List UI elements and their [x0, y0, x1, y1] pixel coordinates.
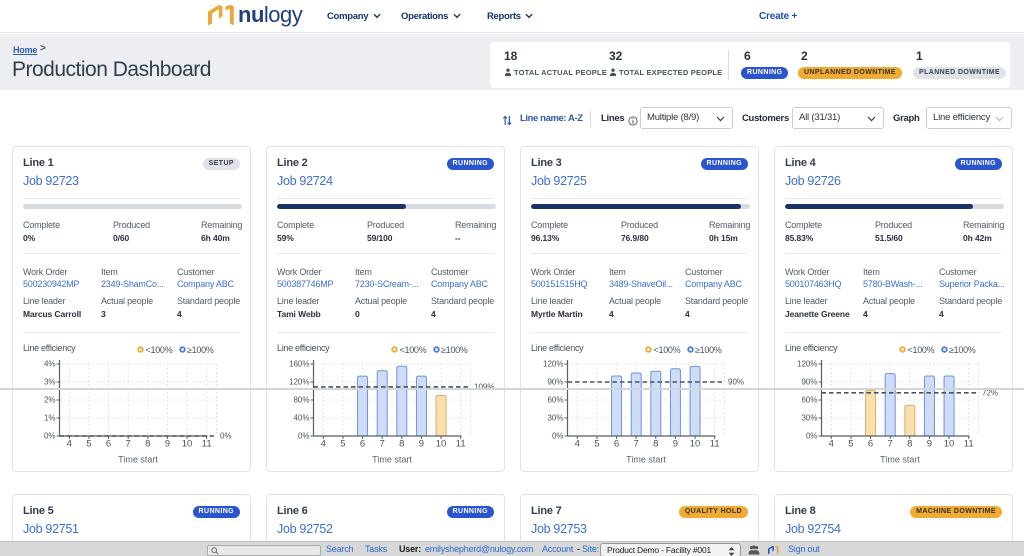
svg-text:9: 9: [673, 439, 678, 450]
svg-text:11: 11: [710, 439, 720, 450]
svg-text:10: 10: [182, 439, 193, 450]
svg-text:Time start: Time start: [626, 455, 666, 465]
svg-text:4%: 4%: [44, 360, 56, 369]
svg-text:9: 9: [927, 439, 932, 450]
svg-text:10: 10: [944, 439, 955, 450]
svg-text:10: 10: [436, 439, 447, 450]
svg-text:120%: 120%: [543, 360, 563, 369]
svg-text:2%: 2%: [44, 396, 56, 405]
svg-text:120%: 120%: [797, 360, 817, 369]
svg-text:120%: 120%: [289, 378, 309, 387]
svg-text:5: 5: [594, 439, 599, 450]
svg-text:11: 11: [202, 439, 212, 450]
svg-text:0%: 0%: [44, 432, 56, 441]
svg-text:9: 9: [165, 439, 170, 450]
svg-text:7: 7: [888, 439, 893, 450]
svg-text:11: 11: [964, 439, 974, 450]
svg-text:30%: 30%: [801, 414, 817, 423]
svg-text:Time start: Time start: [118, 455, 158, 465]
svg-text:90%: 90%: [801, 378, 817, 387]
svg-text:60%: 60%: [801, 396, 817, 405]
svg-text:6: 6: [360, 439, 365, 450]
svg-text:4: 4: [321, 439, 326, 450]
svg-text:7: 7: [380, 439, 385, 450]
svg-text:Time start: Time start: [372, 455, 412, 465]
svg-text:8: 8: [653, 439, 658, 450]
svg-text:11: 11: [456, 439, 466, 450]
svg-text:7: 7: [634, 439, 639, 450]
svg-text:109%: 109%: [474, 382, 494, 391]
svg-text:5: 5: [848, 439, 853, 450]
svg-text:7: 7: [126, 439, 131, 450]
svg-text:0%: 0%: [298, 432, 310, 441]
svg-text:160%: 160%: [289, 360, 309, 369]
svg-text:6: 6: [614, 439, 619, 450]
svg-text:5: 5: [340, 439, 345, 450]
svg-text:4: 4: [829, 439, 834, 450]
svg-text:6: 6: [106, 439, 111, 450]
svg-text:1%: 1%: [44, 414, 56, 423]
svg-text:90%: 90%: [547, 378, 563, 387]
svg-text:4: 4: [575, 439, 580, 450]
svg-text:90%: 90%: [728, 378, 744, 387]
svg-text:60%: 60%: [547, 396, 563, 405]
svg-text:10: 10: [690, 439, 701, 450]
svg-text:8: 8: [399, 439, 404, 450]
svg-text:40%: 40%: [293, 414, 309, 423]
svg-text:4: 4: [67, 439, 72, 450]
svg-text:Time start: Time start: [880, 455, 920, 465]
svg-text:30%: 30%: [547, 414, 563, 423]
svg-text:0%: 0%: [220, 432, 232, 441]
svg-text:5: 5: [86, 439, 91, 450]
svg-text:8: 8: [145, 439, 150, 450]
svg-text:6: 6: [868, 439, 873, 450]
svg-text:80%: 80%: [293, 396, 309, 405]
svg-text:0%: 0%: [806, 432, 818, 441]
svg-text:3%: 3%: [44, 378, 56, 387]
svg-text:9: 9: [419, 439, 424, 450]
svg-text:0%: 0%: [552, 432, 564, 441]
svg-text:8: 8: [907, 439, 912, 450]
